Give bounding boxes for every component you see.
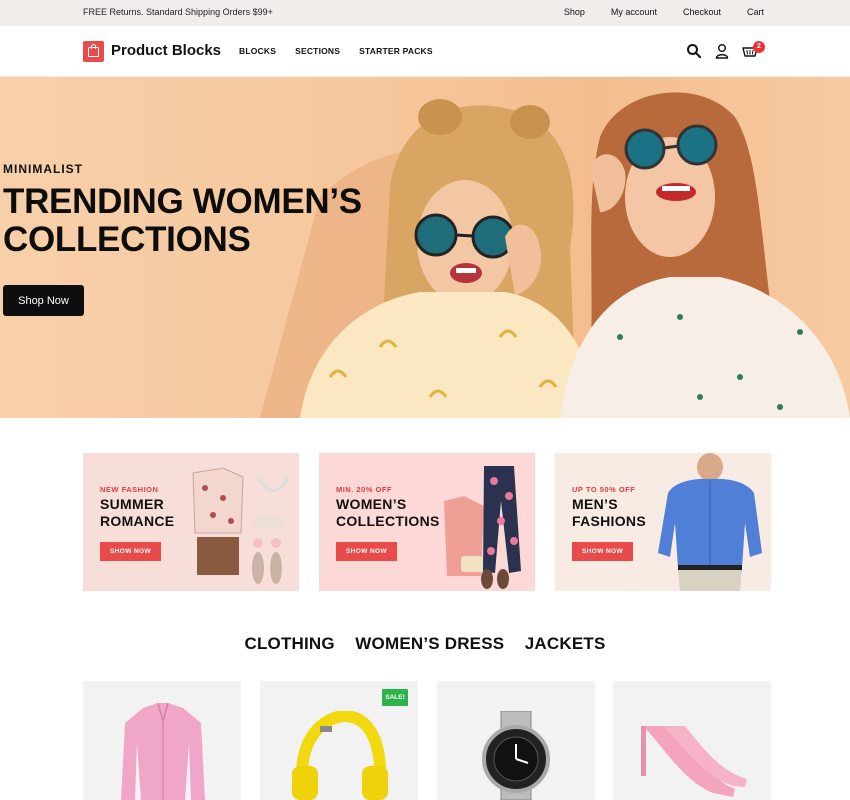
hero-eyebrow: MINIMALIST <box>3 162 83 176</box>
banner-womens-collections[interactable]: MIN. 20% OFF WOMEN’S COLLECTIONS SHOW NO… <box>319 453 535 591</box>
site-header: Product Blocks BLOCKS SECTIONS STARTER P… <box>0 26 850 77</box>
pink-shirt-icon <box>121 703 205 800</box>
nav-sections[interactable]: SECTIONS <box>295 46 340 56</box>
shop-link[interactable]: Shop <box>564 7 585 17</box>
nav-starter-packs[interactable]: STARTER PACKS <box>359 46 433 56</box>
checkout-link[interactable]: Checkout <box>683 7 721 17</box>
show-now-button[interactable]: SHOW NOW <box>336 542 397 561</box>
tab-womens-dress[interactable]: WOMEN’S DRESS <box>355 634 504 654</box>
pink-high-heels-icon <box>641 726 747 797</box>
cart-link[interactable]: Cart <box>747 7 764 17</box>
hero-title: TRENDING WOMEN’S COLLECTIONS <box>3 182 362 259</box>
my-account-link[interactable]: My account <box>611 7 657 17</box>
yellow-headphones-icon <box>292 711 388 800</box>
banner-kicker: MIN. 20% OFF <box>336 485 393 494</box>
main-nav: BLOCKS SECTIONS STARTER PACKS <box>239 46 452 56</box>
user-icon[interactable] <box>714 43 730 59</box>
banner-title: WOMEN’S COLLECTIONS <box>336 496 440 529</box>
utility-links: Shop My account Checkout Cart <box>538 7 764 17</box>
mens-model-image <box>658 453 762 591</box>
category-tabs: CLOTHING WOMEN’S DRESS JACKETS <box>0 634 850 654</box>
tab-clothing[interactable]: CLOTHING <box>244 634 334 654</box>
search-icon[interactable] <box>686 43 702 59</box>
banner-mens-fashions[interactable]: UP TO 50% OFF MEN’S FASHIONS SHOW NOW <box>555 453 771 591</box>
womens-outfit-image <box>444 466 521 589</box>
banner-kicker: UP TO 50% OFF <box>572 485 636 494</box>
show-now-button[interactable]: SHOW NOW <box>572 542 633 561</box>
product-card[interactable]: SALE! <box>260 681 418 800</box>
hero-banner: MINIMALIST TRENDING WOMEN’S COLLECTIONS … <box>0 77 850 418</box>
product-card[interactable] <box>83 681 241 800</box>
shipping-message: FREE Returns. Standard Shipping Orders $… <box>83 7 273 17</box>
nav-blocks[interactable]: BLOCKS <box>239 46 276 56</box>
product-card[interactable] <box>613 681 771 800</box>
wristwatch-icon <box>482 711 550 800</box>
logo-icon[interactable] <box>83 41 104 62</box>
tab-jackets[interactable]: JACKETS <box>525 634 606 654</box>
product-card[interactable] <box>437 681 595 800</box>
shop-now-button[interactable]: Shop Now <box>3 285 84 316</box>
sale-badge: SALE! <box>382 689 408 706</box>
banner-kicker: NEW FASHION <box>100 485 159 494</box>
show-now-button[interactable]: SHOW NOW <box>100 542 161 561</box>
cart-count-badge: 2 <box>753 41 765 53</box>
banner-summer-romance[interactable]: NEW FASHION SUMMER ROMANCE SHOW NOW <box>83 453 299 591</box>
summer-outfit-image <box>192 467 290 584</box>
announcement-bar: FREE Returns. Standard Shipping Orders $… <box>0 0 850 26</box>
brand-name[interactable]: Product Blocks <box>111 42 221 59</box>
